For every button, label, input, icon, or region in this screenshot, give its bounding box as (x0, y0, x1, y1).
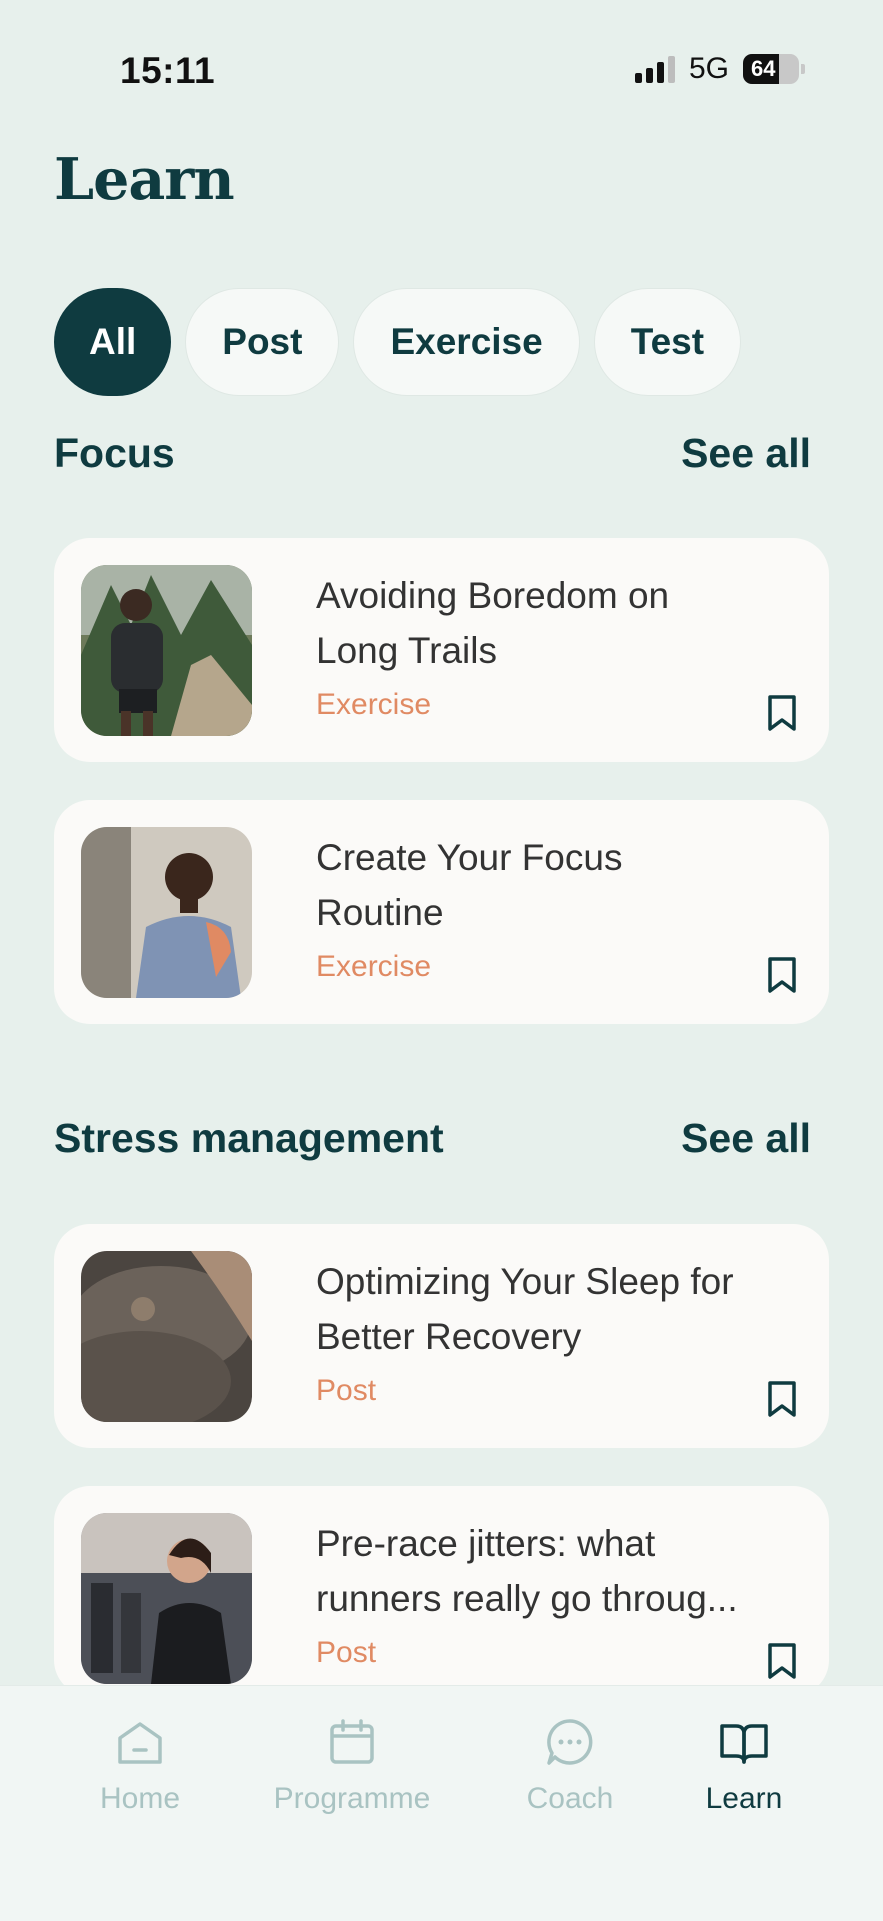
article-title: Pre-race jitters: what runners really go… (316, 1523, 738, 1619)
battery-tip (801, 64, 805, 74)
nav-programme-label: Programme (273, 1782, 431, 1815)
article-card[interactable]: Create Your Focus Routine Exercise (54, 800, 829, 1024)
filter-chip-post[interactable]: Post (185, 288, 340, 396)
article-title: Optimizing Your Sleep for Better Recover… (316, 1261, 734, 1357)
nav-programme[interactable]: Programme (252, 1716, 452, 1816)
article-thumbnail (81, 827, 252, 998)
nav-coach-label: Coach (526, 1782, 614, 1815)
section-header-focus: Focus See all (54, 430, 811, 477)
open-book-icon (720, 1724, 768, 1764)
article-type-tag: Exercise (316, 950, 432, 983)
filter-chip-test[interactable]: Test (593, 288, 742, 396)
page-title: Learn (54, 146, 235, 213)
bookmark-icon[interactable] (767, 1380, 797, 1418)
nav-learn[interactable]: Learn (644, 1716, 844, 1816)
nav-home[interactable]: Home (40, 1716, 240, 1816)
section-title: Stress management (54, 1115, 444, 1161)
bookmark-icon[interactable] (767, 1642, 797, 1680)
signal-icon (634, 55, 675, 83)
status-indicators: 5G 64 (634, 52, 805, 86)
status-time: 15:11 (120, 50, 216, 91)
nav-home-label: Home (99, 1782, 181, 1815)
see-all-link[interactable]: See all (681, 1115, 811, 1162)
article-type-tag: Post (316, 1636, 377, 1669)
bottom-navigation: Home Programme Coach Learn (0, 1685, 883, 1921)
bookmark-icon[interactable] (767, 694, 797, 732)
article-title: Create Your Focus Routine (316, 837, 623, 933)
network-type: 5G (688, 52, 729, 85)
home-icon (118, 1722, 162, 1764)
section-header-stress-management: Stress management See all (54, 1115, 811, 1162)
filter-chip-exercise[interactable]: Exercise (353, 288, 580, 396)
article-card[interactable]: Avoiding Boredom on Long Trails Exercise (54, 538, 829, 762)
see-all-link[interactable]: See all (681, 430, 811, 477)
article-card[interactable]: Optimizing Your Sleep for Better Recover… (54, 1224, 829, 1448)
battery-percent: 64 (751, 56, 776, 81)
battery-icon: 64 (743, 54, 799, 84)
article-thumbnail (81, 1251, 252, 1422)
article-type-tag: Exercise (316, 688, 432, 721)
bookmark-icon[interactable] (767, 956, 797, 994)
article-type-tag: Post (316, 1374, 377, 1407)
filter-chip-all[interactable]: All (54, 288, 172, 396)
filter-chips: All Post Exercise Test (54, 288, 742, 396)
article-thumbnail (81, 1513, 252, 1684)
calendar-icon (330, 1719, 374, 1764)
nav-coach[interactable]: Coach (470, 1716, 670, 1816)
nav-learn-label: Learn (705, 1782, 783, 1815)
article-card[interactable]: Pre-race jitters: what runners really go… (54, 1486, 829, 1696)
article-title: Avoiding Boredom on Long Trails (316, 575, 670, 671)
article-thumbnail (81, 565, 252, 736)
section-title: Focus (54, 430, 175, 476)
chat-bubble-icon (547, 1719, 593, 1765)
